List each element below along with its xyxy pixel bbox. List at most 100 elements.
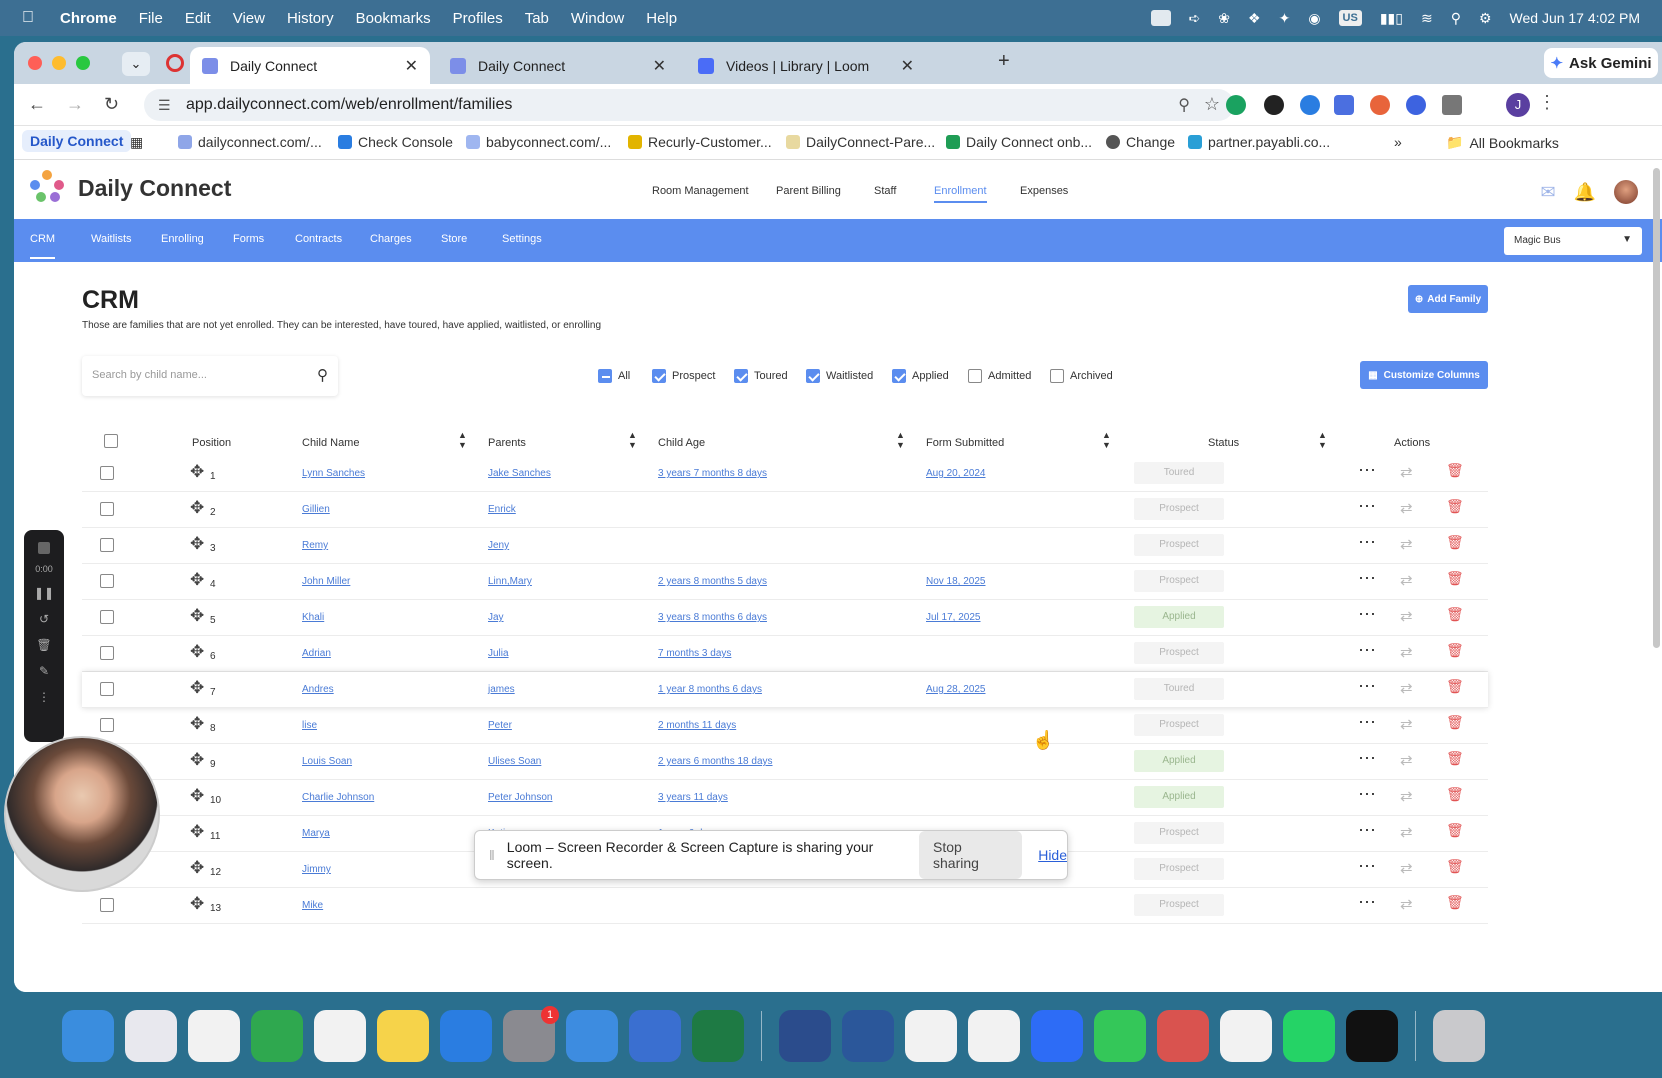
reminders-icon[interactable] [314,1010,366,1062]
chat-icon[interactable]: ✉ [1540,182,1555,203]
delete-trash-icon[interactable]: 🗑 [1446,534,1464,551]
bookmark-daily-connect[interactable]: Daily Connect [22,130,132,152]
column-header-form-submitted[interactable]: Form Submitted [926,437,1004,449]
drag-move-icon[interactable]: ✥ [190,894,204,914]
row-checkbox[interactable] [100,646,114,660]
whatsapp-icon[interactable] [1283,1010,1335,1062]
menu-view[interactable]: View [233,10,265,27]
child-age-link[interactable]: 1 year 8 months 6 days [658,684,762,695]
delete-trash-icon[interactable]: 🗑 [1446,858,1464,875]
child-name-link[interactable]: Adrian [302,648,331,659]
add-family-button[interactable]: ⊕ Add Family [1408,285,1488,313]
drag-move-icon[interactable]: ✥ [190,570,204,590]
filter-all[interactable]: All [598,369,630,383]
draw-icon[interactable]: ✎ [24,664,64,678]
bookmark-change[interactable]: Change [1106,134,1175,150]
child-name-link[interactable]: Lynn Sanches [302,468,365,479]
topnav-enrollment[interactable]: Enrollment [934,185,987,203]
subnav-waitlists[interactable]: Waitlists [91,233,132,245]
input-source-badge[interactable]: US [1338,10,1362,26]
tab-close-icon[interactable]: ✕ [405,56,418,76]
all-bookmarks-folder[interactable]: 📁 All Bookmarks [1446,134,1559,151]
filter-checkbox[interactable] [968,369,982,383]
bookmarks-overflow-icon[interactable]: » [1394,134,1402,150]
delete-trash-icon[interactable]: 🗑 [1446,462,1464,479]
column-header-child-age[interactable]: Child Age [658,437,705,449]
parents-link[interactable]: Jay [488,612,504,623]
chatgpt-icon[interactable] [1346,1010,1398,1062]
bookmark-check-console[interactable]: Check Console [338,134,453,150]
child-age-link[interactable]: 3 years 8 months 6 days [658,612,767,623]
form-submitted-link[interactable]: Jul 17, 2025 [926,612,981,623]
delete-trash-icon[interactable]: 🗑 [1446,498,1464,515]
drag-move-icon[interactable]: ✥ [190,462,204,482]
account-icon[interactable]: ◉ [1308,10,1320,27]
parents-link[interactable]: Linn,Mary [488,576,532,587]
clock-datetime[interactable]: Wed Jun 17 4:02 PM [1510,10,1640,26]
subnav-store[interactable]: Store [441,233,467,245]
child-age-link[interactable]: 2 years 6 months 18 days [658,756,773,767]
menu-help[interactable]: Help [646,10,677,27]
table-row[interactable]: ✥ 10 Charlie Johnson Peter Johnson 3 years 1… [82,780,1488,816]
menu-profiles[interactable]: Profiles [453,10,503,27]
delete-trash-icon[interactable]: 🗑 [1446,570,1464,587]
bookmark-payabli[interactable]: partner.payabli.co... [1188,134,1330,150]
tab-daily-connect-active[interactable]: Daily Connect ✕ [190,47,430,84]
window-close-button[interactable] [28,56,42,70]
convert-family-icon[interactable]: ⇄ [1400,895,1413,913]
bookmark-dailyconnect-pare[interactable]: DailyConnect-Pare... [786,134,935,150]
chatgpt-menubar-icon[interactable]: ❀ [1218,10,1230,27]
filter-admitted[interactable]: Admitted [968,369,1031,383]
drag-move-icon[interactable]: ✥ [190,534,204,554]
extension-zoom-icon[interactable] [1406,95,1426,115]
form-submitted-link[interactable]: Aug 28, 2025 [926,684,986,695]
child-name-link[interactable]: Gillien [302,504,330,515]
more-actions-icon[interactable]: ⋯ [1358,676,1376,697]
form-submitted-link[interactable]: Nov 18, 2025 [926,576,986,587]
delete-trash-icon[interactable]: 🗑 [1446,786,1464,803]
child-name-link[interactable]: John Miller [302,576,350,587]
parents-link[interactable]: Jake Sanches [488,468,551,479]
bookmark-daily-connect-onb[interactable]: Daily Connect onb... [946,134,1092,150]
tab-close-icon[interactable]: ✕ [653,56,666,76]
select-all-checkbox[interactable] [104,434,118,448]
subnav-crm[interactable]: CRM [30,233,56,259]
row-checkbox[interactable] [100,682,114,696]
delete-recording-icon[interactable]: 🗑 [24,638,64,652]
page-scrollbar[interactable] [1653,168,1660,648]
grammarly-icon[interactable] [1226,95,1246,115]
delete-trash-icon[interactable]: 🗑 [1446,894,1464,911]
more-actions-icon[interactable]: ⋯ [1358,496,1376,517]
reload-icon[interactable]: ↻ [104,94,119,115]
child-name-link[interactable]: Mike [302,900,323,911]
more-actions-icon[interactable]: ⋯ [1358,820,1376,841]
menu-app-name[interactable]: Chrome [60,10,117,27]
child-name-link[interactable]: Jimmy [302,864,331,875]
convert-family-icon[interactable]: ⇄ [1400,751,1413,769]
apps-grid-icon[interactable]: ▦ [130,134,143,151]
more-actions-icon[interactable]: ⋯ [1358,640,1376,661]
battery-icon[interactable]: ▮▮▯ [1380,10,1403,27]
ask-gemini-button[interactable]: ✦ Ask Gemini [1544,48,1658,78]
screen-share-icon[interactable] [1150,10,1171,26]
child-age-link[interactable]: 2 years 8 months 5 days [658,576,767,587]
trash-icon[interactable] [1433,1010,1485,1062]
sort-icon[interactable]: ▲ ▼ [628,430,637,450]
column-header-status[interactable]: Status [1208,437,1239,449]
table-row[interactable]: ✥ 2 Gillien Enrick Prospect ⋯ ⇄ 🗑 [82,492,1488,528]
row-checkbox[interactable] [100,718,114,732]
menu-history[interactable]: History [287,10,334,27]
filter-checkbox[interactable] [892,369,906,383]
child-name-link[interactable]: Charlie Johnson [302,792,374,803]
asana-icon[interactable] [1220,1010,1272,1062]
subnav-charges[interactable]: Charges [370,233,412,245]
convert-family-icon[interactable]: ⇄ [1400,571,1413,589]
zoom-icon[interactable] [1031,1010,1083,1062]
parents-link[interactable]: Julia [488,648,509,659]
filter-checkbox[interactable] [598,369,612,383]
notes-icon[interactable] [377,1010,429,1062]
delete-trash-icon[interactable]: 🗑 [1446,642,1464,659]
drag-move-icon[interactable]: ✥ [190,822,204,842]
dropbox-icon[interactable]: ❖ [1248,10,1261,27]
drag-move-icon[interactable]: ✥ [190,714,204,734]
